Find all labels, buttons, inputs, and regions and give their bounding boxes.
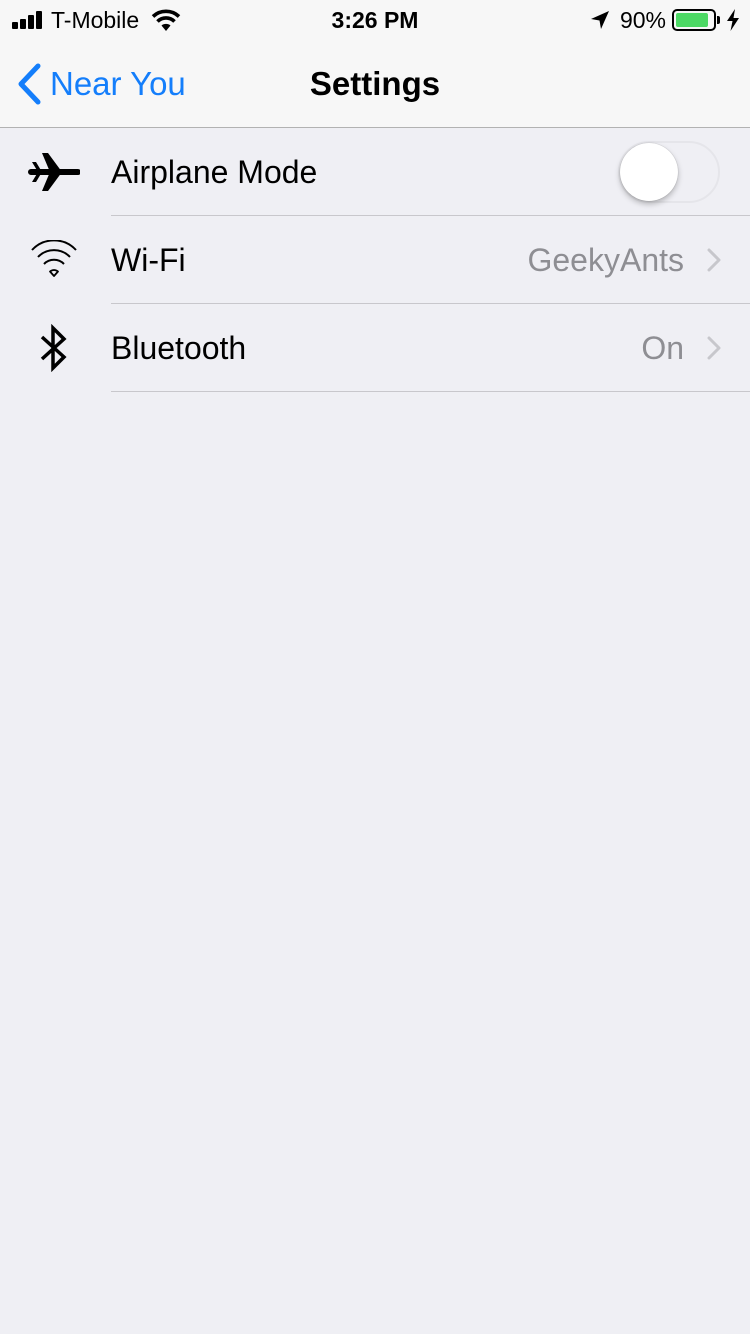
bluetooth-status-value: On	[641, 330, 684, 366]
battery-nub	[717, 16, 720, 24]
battery-fill	[676, 13, 709, 27]
wifi-icon	[24, 234, 84, 286]
battery-percent: 90%	[619, 6, 666, 33]
settings-row-airplane-mode: Airplane Mode	[0, 128, 750, 216]
airplane-icon	[24, 146, 84, 198]
charging-bolt-icon	[727, 9, 739, 31]
wifi-network-value: GeekyAnts	[527, 242, 684, 278]
status-right: 90%	[590, 6, 740, 34]
bluetooth-icon	[24, 322, 84, 374]
settings-list: Airplane Mode Wi-Fi GeekyAnts Bluetooth …	[0, 128, 750, 392]
page-title: Settings	[309, 65, 441, 102]
toggle-knob	[620, 143, 678, 201]
battery-icon	[672, 9, 716, 31]
settings-row-label: Airplane Mode	[111, 154, 318, 190]
settings-row-bluetooth[interactable]: Bluetooth On	[0, 304, 750, 392]
settings-row-label: Wi-Fi	[111, 242, 186, 278]
navigation-bar: Near You Settings	[0, 40, 750, 128]
airplane-mode-toggle[interactable]	[618, 141, 720, 203]
location-arrow-icon	[590, 11, 609, 29]
status-bar: T-Mobile 3:26 PM 90%	[0, 0, 750, 40]
settings-row-wifi[interactable]: Wi-Fi GeekyAnts	[0, 216, 750, 304]
settings-row-label: Bluetooth	[111, 330, 247, 366]
chevron-right-icon	[707, 336, 721, 360]
row-separator	[111, 391, 750, 392]
chevron-right-icon	[707, 248, 721, 272]
